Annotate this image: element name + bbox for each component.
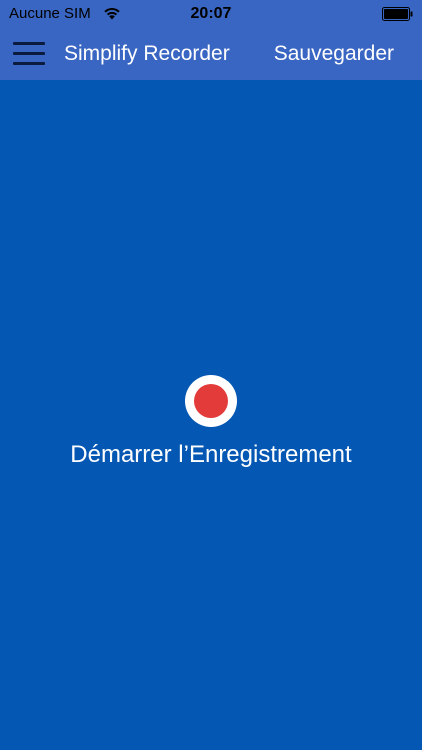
- navigation-bar: Simplify Recorder Sauvegarder: [0, 28, 422, 80]
- status-time: 20:07: [190, 5, 232, 22]
- app-title: Simplify Recorder: [64, 42, 230, 65]
- record-button[interactable]: [185, 375, 237, 427]
- save-button[interactable]: Sauvegarder: [274, 41, 394, 67]
- menu-button[interactable]: [10, 38, 48, 70]
- battery-icon: [382, 7, 413, 21]
- main-content: Démarrer l’Enregistrement: [0, 80, 422, 750]
- status-bar: Aucune SIM 20:07: [0, 0, 422, 28]
- record-icon: [194, 384, 228, 418]
- start-recording-label[interactable]: Démarrer l’Enregistrement: [0, 441, 422, 469]
